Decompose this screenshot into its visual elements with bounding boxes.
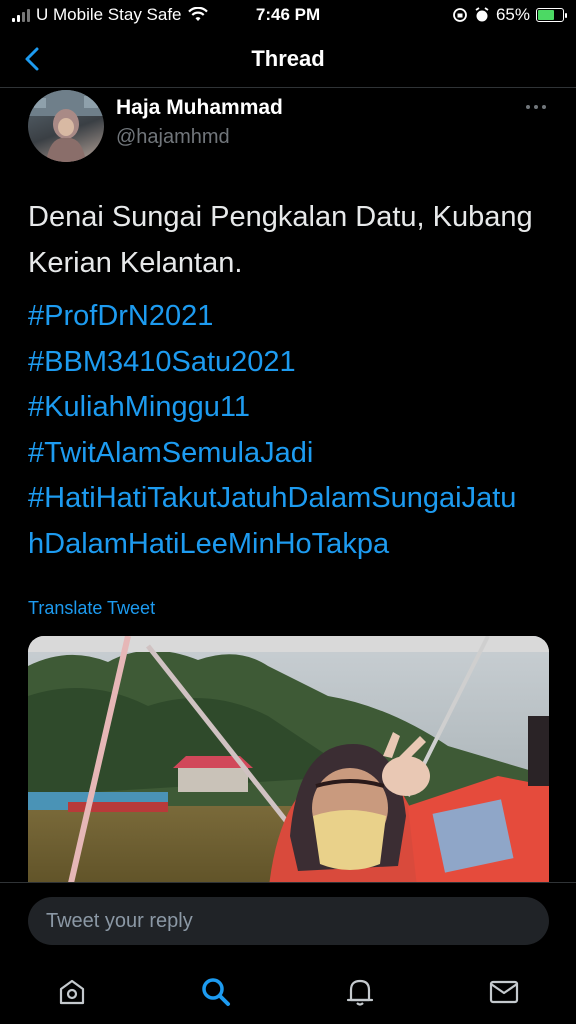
header: Thread (0, 30, 576, 88)
hashtag-link[interactable]: #HatiHatiTakutJatuhDalamSungaiJatu (28, 476, 568, 522)
battery-percent: 65% (495, 5, 530, 24)
messages-icon (489, 980, 519, 1004)
translate-tweet-link[interactable]: Translate Tweet (28, 598, 155, 619)
reply-input[interactable] (28, 897, 549, 945)
tab-notifications[interactable] (340, 974, 380, 1010)
more-options-button[interactable] (524, 100, 548, 112)
avatar-photo (28, 90, 104, 162)
tweet-text: Denai Sungai Pengkalan Datu, Kubang Keri… (28, 201, 533, 279)
boat-river-photo (28, 636, 549, 882)
tweet-author: Haja Muhammad @hajamhmd (28, 90, 548, 164)
hashtag-list: #ProfDrN2021 #BBM3410Satu2021 #KuliahMin… (28, 294, 568, 567)
battery-icon (536, 8, 567, 22)
home-icon (59, 979, 85, 1005)
status-bar: U Mobile Stay Safe 7:46 PM 65% (0, 0, 576, 30)
carrier-label: U Mobile Stay Safe (36, 5, 182, 24)
wifi-icon (187, 7, 208, 21)
orientation-lock-icon (453, 8, 467, 22)
author-handle[interactable]: @hajamhmd (116, 126, 230, 149)
status-bar-right: 65% (344, 5, 567, 25)
more-horizontal-icon (526, 105, 546, 109)
signal-strength-icon (12, 8, 30, 22)
battery-level-fill (538, 10, 554, 20)
tab-messages[interactable] (484, 974, 524, 1010)
alarm-icon (475, 7, 489, 22)
status-bar-left: U Mobile Stay Safe (12, 5, 232, 25)
author-name[interactable]: Haja Muhammad (116, 96, 283, 120)
tab-home[interactable] (52, 974, 92, 1010)
back-button[interactable] (18, 44, 48, 74)
status-time: 7:46 PM (255, 5, 321, 24)
hashtag-link-continued[interactable]: hDalamHatiLeeMinHoTakpa (28, 522, 568, 568)
hashtag-link[interactable]: #BBM3410Satu2021 (28, 340, 568, 386)
search-icon (202, 978, 230, 1006)
page-title: Thread (251, 45, 325, 71)
notifications-icon (346, 979, 374, 1006)
bottom-tab-bar (0, 960, 576, 1024)
tweet-photo[interactable] (28, 636, 549, 882)
tab-search[interactable] (196, 974, 236, 1010)
hashtag-link[interactable]: #TwitAlamSemulaJadi (28, 431, 568, 477)
chevron-left-icon (25, 47, 39, 71)
avatar[interactable] (28, 90, 104, 162)
reply-composer (0, 882, 576, 960)
tweet: Haja Muhammad @hajamhmd Denai Sungai Pen… (0, 90, 576, 882)
hashtag-link[interactable]: #KuliahMinggu11 (28, 385, 568, 431)
hashtag-link[interactable]: #ProfDrN2021 (28, 294, 568, 340)
